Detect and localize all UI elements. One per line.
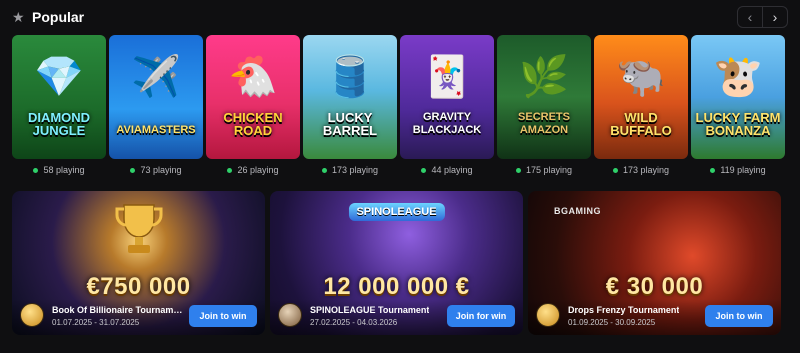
plane-icon: ✈️ xyxy=(131,55,181,99)
players-count: 58 playing xyxy=(12,165,106,175)
join-button[interactable]: Join for win xyxy=(447,305,515,327)
players-count: 119 playing xyxy=(691,165,785,175)
game-title: Diamond Jungle xyxy=(27,110,91,138)
chevron-left-icon[interactable]: ‹ xyxy=(738,7,762,27)
game-card[interactable]: 🛢️ Lucky Barrel 173 playing xyxy=(303,35,397,175)
game-thumbnail[interactable]: 🌿 Secrets Amazon xyxy=(497,35,591,159)
game-title: Lucky Farm Bonanza xyxy=(695,110,781,138)
provider-brand: BGAMING xyxy=(554,206,601,216)
game-title: Aviamasters xyxy=(116,124,196,136)
tournament-name: Book Of Billionaire Tournam… xyxy=(52,305,183,315)
game-card[interactable]: 🐃 Wild Buffalo 173 playing xyxy=(594,35,688,175)
online-dot-icon xyxy=(710,167,716,173)
cow-icon: 🐮 xyxy=(713,55,763,99)
online-dot-icon xyxy=(227,167,233,173)
players-count: 175 playing xyxy=(497,165,591,175)
leaf-icon: 🌿 xyxy=(519,55,569,99)
game-thumbnail[interactable]: 💎 Diamond Jungle xyxy=(12,35,106,159)
section-title: Popular xyxy=(32,9,85,25)
tournament-prize: € 30 000 xyxy=(605,273,704,300)
tournament-card[interactable]: BGAMING € 30 000 Drops Frenzy Tournament… xyxy=(528,191,781,335)
tournament-icon xyxy=(536,303,560,327)
game-thumbnail[interactable]: 🛢️ Lucky Barrel xyxy=(303,35,397,159)
players-count: 73 playing xyxy=(109,165,203,175)
game-card[interactable]: 🌿 Secrets Amazon 175 playing xyxy=(497,35,591,175)
star-icon: ★ xyxy=(12,9,25,25)
online-dot-icon xyxy=(612,167,618,173)
carousel-nav: ‹ › xyxy=(737,6,788,28)
players-count: 26 playing xyxy=(206,165,300,175)
tournament-name: SPINOLEAGUE Tournament xyxy=(310,305,430,315)
tournament-card[interactable]: €750 000 Book Of Billionaire Tournam… 01… xyxy=(12,191,265,335)
tournament-icon xyxy=(20,303,44,327)
game-card[interactable]: 🃏 Gravity Blackjack 44 playing xyxy=(400,35,494,175)
game-thumbnail[interactable]: 🐃 Wild Buffalo xyxy=(594,35,688,159)
tournaments-row: €750 000 Book Of Billionaire Tournam… 01… xyxy=(12,191,788,335)
online-dot-icon xyxy=(130,167,136,173)
chevron-right-icon[interactable]: › xyxy=(762,7,787,27)
players-count: 44 playing xyxy=(400,165,494,175)
tournament-card[interactable]: SPINOLEAGUE 12 000 000 € SPINOLEAGUE Tou… xyxy=(270,191,523,335)
barrel-icon: 🛢️ xyxy=(325,55,375,99)
online-dot-icon xyxy=(33,167,39,173)
section-header: ★ Popular ‹ › xyxy=(12,6,788,28)
cards-icon: 🃏 xyxy=(422,55,472,99)
game-card[interactable]: ✈️ Aviamasters 73 playing xyxy=(109,35,203,175)
game-thumbnail[interactable]: 🃏 Gravity Blackjack xyxy=(400,35,494,159)
game-thumbnail[interactable]: 🐮 Lucky Farm Bonanza xyxy=(691,35,785,159)
diamond-icon: 💎 xyxy=(34,55,84,99)
game-thumbnail[interactable]: 🐔 Chicken Road xyxy=(206,35,300,159)
game-card[interactable]: 🐔 Chicken Road 26 playing xyxy=(206,35,300,175)
game-title: Wild Buffalo xyxy=(610,110,672,138)
games-row: 💎 Diamond Jungle 58 playing ✈️ Aviamaste… xyxy=(12,35,788,175)
online-dot-icon xyxy=(321,167,327,173)
game-title: Secrets Amazon xyxy=(518,111,570,136)
tournament-prize: €750 000 xyxy=(86,273,191,300)
tournament-dates: 27.02.2025 - 04.03.2026 xyxy=(310,318,398,327)
tournament-logo: SPINOLEAGUE xyxy=(348,203,445,221)
game-title: Chicken Road xyxy=(223,110,283,138)
trophy-icon xyxy=(115,204,162,253)
game-card[interactable]: 💎 Diamond Jungle 58 playing xyxy=(12,35,106,175)
game-title: Gravity Blackjack xyxy=(412,111,482,136)
tournament-name: Drops Frenzy Tournament xyxy=(568,305,680,315)
online-dot-icon xyxy=(421,167,427,173)
join-button[interactable]: Join to win xyxy=(189,305,257,327)
buffalo-icon: 🐃 xyxy=(616,55,666,99)
tournament-dates: 01.07.2025 - 31.07.2025 xyxy=(52,318,140,327)
tournament-prize: 12 000 000 € xyxy=(323,273,470,300)
players-count: 173 playing xyxy=(303,165,397,175)
tournament-icon xyxy=(278,303,302,327)
chicken-icon: 🐔 xyxy=(228,55,278,99)
players-count: 173 playing xyxy=(594,165,688,175)
tournament-dates: 01.09.2025 - 30.09.2025 xyxy=(568,318,656,327)
game-title: Lucky Barrel xyxy=(322,110,378,138)
game-card[interactable]: 🐮 Lucky Farm Bonanza 119 playing xyxy=(691,35,785,175)
join-button[interactable]: Join to win xyxy=(705,305,773,327)
game-thumbnail[interactable]: ✈️ Aviamasters xyxy=(109,35,203,159)
online-dot-icon xyxy=(515,167,521,173)
